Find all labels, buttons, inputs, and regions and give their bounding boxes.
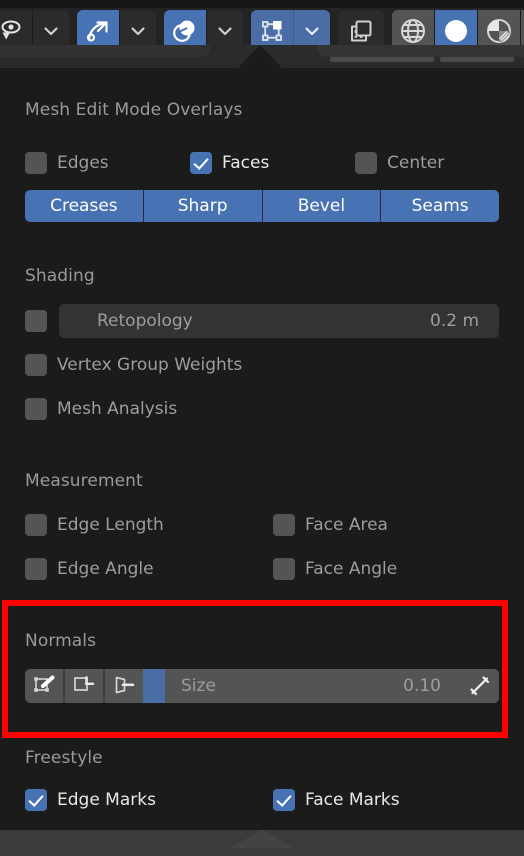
retopology-slider-value: 0.2 m (430, 311, 479, 331)
checkbox-box-faces[interactable] (190, 152, 212, 174)
checkbox-box-retopology[interactable] (25, 310, 47, 332)
checkbox-label-center: Center (387, 153, 445, 173)
checkbox-mesh-analysis[interactable]: Mesh Analysis (25, 398, 177, 420)
checkbox-edges[interactable]: Edges (25, 152, 109, 174)
footer-bar (0, 830, 524, 856)
normals-size-slider-label: Size (181, 676, 216, 696)
face-normals-icon[interactable] (105, 669, 143, 703)
checkbox-label-mesh-analysis: Mesh Analysis (57, 399, 178, 419)
viewport-header-bar (0, 0, 524, 68)
toggle-sharp[interactable]: Sharp (143, 190, 263, 222)
checkbox-label-face-marks: Face Marks (305, 790, 400, 810)
checkbox-box-vertex-group-weights[interactable] (25, 354, 47, 376)
checkbox-label-edge-length: Edge Length (57, 515, 164, 535)
checkbox-box-face-angle[interactable] (273, 558, 295, 580)
section-title-mesh-edit-mode-overlays: Mesh Edit Mode Overlays (25, 100, 243, 120)
edge-overlay-toggle-row: Creases Sharp Bevel Seams (25, 190, 499, 222)
checkbox-label-edges: Edges (57, 153, 109, 173)
split-normals-icon[interactable] (65, 669, 103, 703)
popover-pointer-arrow (238, 45, 282, 68)
normals-size-slider[interactable]: Size 0.10 (143, 669, 461, 703)
checkbox-box-edge-marks[interactable] (25, 789, 47, 811)
checkbox-label-edge-marks: Edge Marks (57, 790, 156, 810)
checkbox-label-edge-angle: Edge Angle (57, 559, 154, 579)
checkbox-box-face-marks[interactable] (273, 789, 295, 811)
checkbox-face-angle[interactable]: Face Angle (273, 558, 397, 580)
checkbox-label-face-angle: Face Angle (305, 559, 398, 579)
checkbox-edge-marks[interactable]: Edge Marks (25, 789, 156, 811)
toggle-bevel[interactable]: Bevel (262, 190, 382, 222)
blender-overlays-popover-screen: Mesh Edit Mode Overlays Edges Faces Cent… (0, 0, 524, 856)
checkbox-face-area[interactable]: Face Area (273, 514, 388, 536)
checkbox-label-faces: Faces (222, 153, 270, 173)
section-title-normals: Normals (25, 631, 97, 651)
toggle-seams[interactable]: Seams (381, 190, 499, 222)
section-title-measurement: Measurement (25, 471, 143, 491)
normals-size-slider-value: 0.10 (403, 676, 441, 696)
checkbox-box-edge-length[interactable] (25, 514, 47, 536)
toggle-creases[interactable]: Creases (25, 190, 144, 222)
checkbox-edge-length[interactable]: Edge Length (25, 514, 164, 536)
retopology-slider-label: Retopology (97, 311, 193, 331)
checkbox-face-marks[interactable]: Face Marks (273, 789, 400, 811)
checkbox-vertex-group-weights[interactable]: Vertex Group Weights (25, 354, 242, 376)
section-title-shading: Shading (25, 266, 95, 286)
section-title-freestyle: Freestyle (25, 748, 103, 768)
checkbox-box-face-area[interactable] (273, 514, 295, 536)
vertex-normals-icon[interactable] (25, 669, 63, 703)
checkbox-faces[interactable]: Faces (190, 152, 269, 174)
normal-screen-size-icon[interactable] (461, 669, 499, 703)
checkbox-box-mesh-analysis[interactable] (25, 398, 47, 420)
checkbox-box-edges[interactable] (25, 152, 47, 174)
collapse-chevron-icon[interactable] (231, 830, 293, 848)
normals-row: Size 0.10 (25, 669, 499, 703)
checkbox-label-vertex-group-weights: Vertex Group Weights (57, 355, 243, 375)
checkbox-center[interactable]: Center (355, 152, 444, 174)
retopology-row: Retopology 0.2 m (25, 304, 499, 338)
overlays-popover-panel: Mesh Edit Mode Overlays Edges Faces Cent… (0, 68, 524, 830)
checkbox-label-face-area: Face Area (305, 515, 388, 535)
retopology-slider[interactable]: Retopology 0.2 m (59, 304, 499, 338)
checkbox-box-center[interactable] (355, 152, 377, 174)
checkbox-box-edge-angle[interactable] (25, 558, 47, 580)
checkbox-edge-angle[interactable]: Edge Angle (25, 558, 154, 580)
header-top-strip (0, 0, 524, 8)
